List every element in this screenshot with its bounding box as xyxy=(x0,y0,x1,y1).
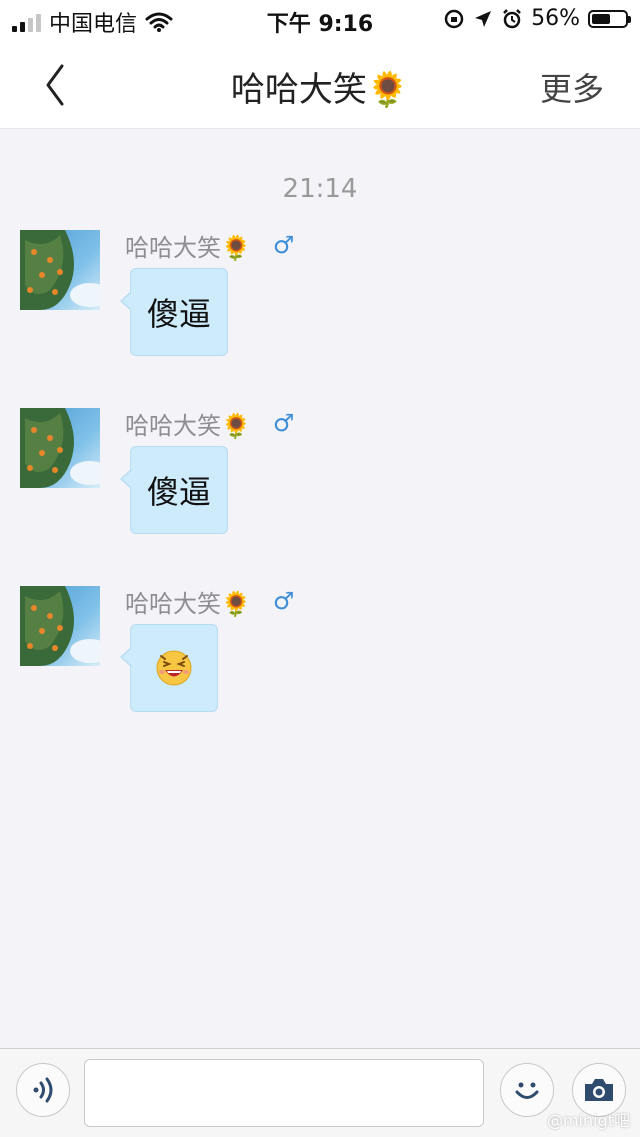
watermark: @minigt吧 xyxy=(546,1111,630,1130)
alarm-icon xyxy=(503,8,521,28)
camera-icon xyxy=(585,1079,613,1101)
avatar[interactable] xyxy=(20,230,100,310)
message-text: 傻逼 xyxy=(147,295,212,333)
message-text: 傻逼 xyxy=(147,473,212,511)
laughing-face-icon xyxy=(156,650,192,686)
sender-name: 哈哈大笑🌻 ♂ xyxy=(125,587,295,618)
nav-bar: 哈哈大笑🌻 更多 xyxy=(0,40,640,129)
battery-icon xyxy=(588,9,631,28)
voice-icon xyxy=(33,1077,53,1103)
status-bar: 中国电信 下午 9:16 56% xyxy=(0,0,640,40)
input-bar: @minigt吧 xyxy=(0,1048,640,1137)
battery-percent: 56% xyxy=(531,6,580,31)
location-icon xyxy=(475,10,492,27)
avatar[interactable] xyxy=(20,408,100,488)
sender-name: 哈哈大笑🌻 ♂ xyxy=(125,231,295,262)
chat-area[interactable]: 21:14 哈哈大笑🌻 ♂ 傻逼 哈哈大笑🌻 ♂ 傻逼 哈哈大笑🌻 ♂ xyxy=(0,128,640,1048)
sender-name: 哈哈大笑🌻 ♂ xyxy=(125,409,295,440)
orientation-lock-icon xyxy=(444,9,464,28)
male-icon: ♂ xyxy=(272,231,295,259)
message-row: 哈哈大笑🌻 ♂ 傻逼 xyxy=(20,408,620,538)
message-timestamp: 21:14 xyxy=(282,174,358,204)
male-icon: ♂ xyxy=(272,409,295,437)
male-icon: ♂ xyxy=(272,587,295,615)
smiley-icon xyxy=(515,1082,539,1099)
message-row: 哈哈大笑🌻 ♂ 傻逼 xyxy=(20,230,620,360)
status-right: 56% xyxy=(443,6,631,31)
message-input[interactable] xyxy=(84,1059,484,1127)
message-bubble[interactable] xyxy=(120,624,218,712)
message-row: 哈哈大笑🌻 ♂ xyxy=(20,586,620,716)
emoji-button[interactable] xyxy=(500,1063,554,1117)
voice-button[interactable] xyxy=(16,1063,70,1117)
message-bubble[interactable]: 傻逼 xyxy=(119,268,229,356)
message-bubble[interactable]: 傻逼 xyxy=(119,446,229,534)
avatar[interactable] xyxy=(20,586,100,666)
more-button[interactable]: 更多 xyxy=(540,64,604,110)
